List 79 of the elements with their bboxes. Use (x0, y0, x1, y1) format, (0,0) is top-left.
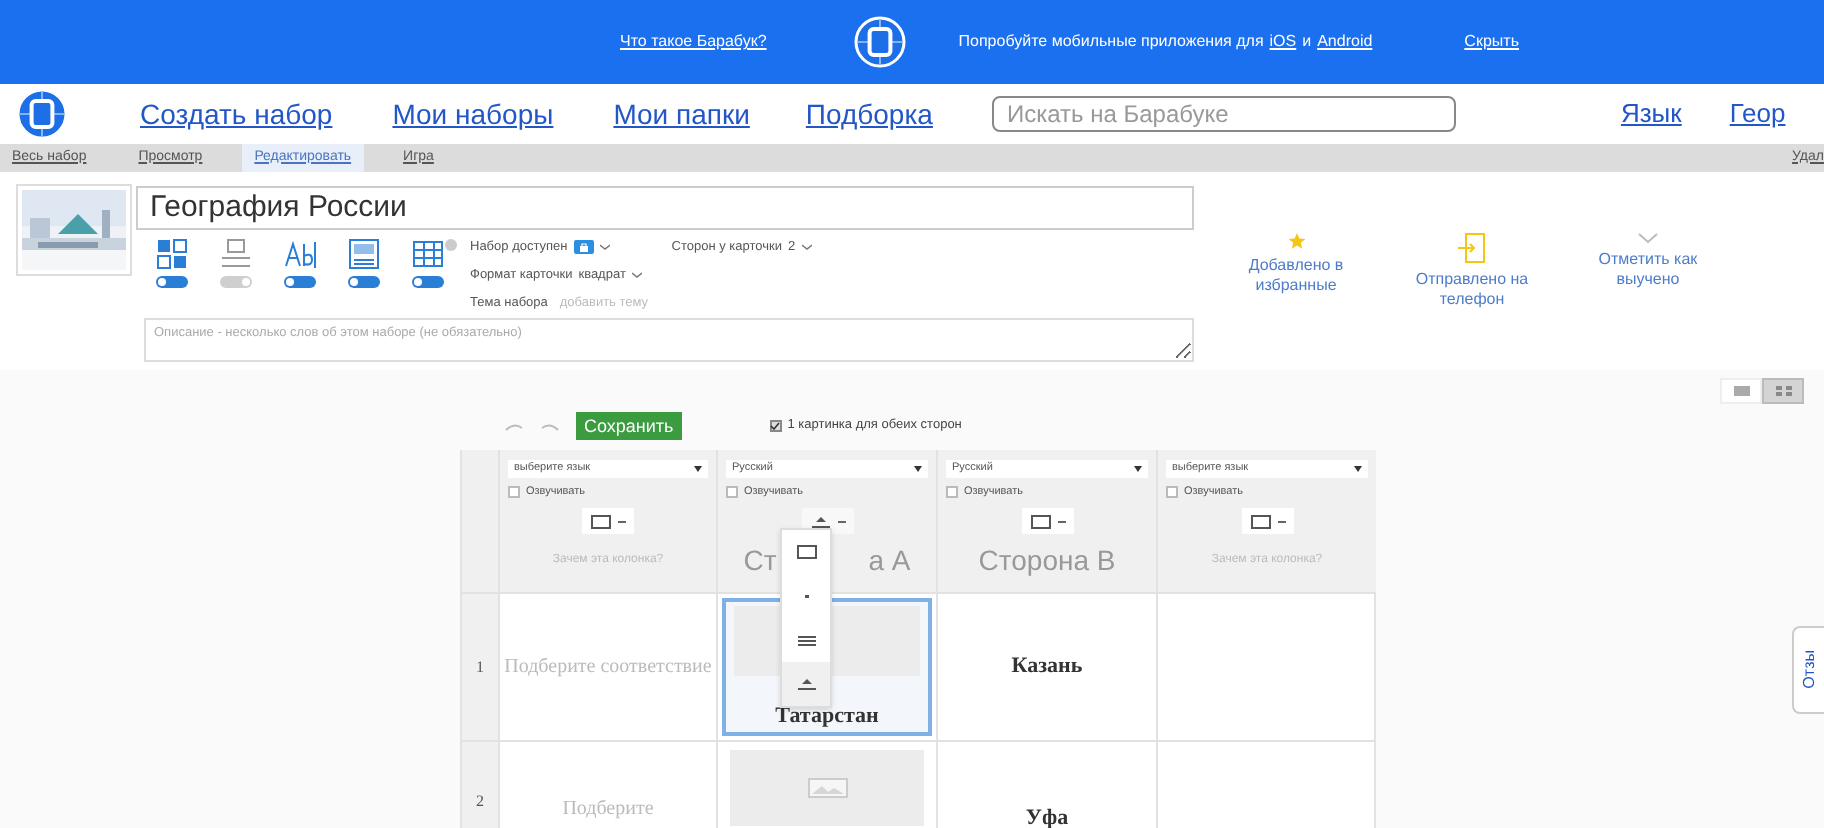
format-button[interactable] (1021, 508, 1073, 535)
hide-link[interactable]: Скрыть (1464, 30, 1519, 54)
caret-icon (914, 466, 922, 472)
nav-link[interactable]: Геор (1729, 94, 1786, 134)
caret-icon (618, 519, 626, 524)
toggle-switch[interactable] (284, 276, 316, 288)
nav-link[interactable]: Язык (1620, 94, 1682, 134)
toggle-switch[interactable] (220, 276, 252, 288)
text-format-icon (284, 238, 316, 270)
checkbox[interactable] (946, 486, 958, 499)
list-view-button[interactable] (1720, 378, 1762, 404)
caret-icon (1277, 519, 1285, 524)
caret-icon (837, 519, 845, 524)
action-button[interactable]: Отправлено на телефон (1398, 232, 1546, 310)
save-button[interactable]: Сохранить (576, 412, 682, 440)
nav-link[interactable]: Создать набор (140, 93, 333, 135)
redo-icon[interactable] (540, 421, 560, 431)
toggle-switch[interactable] (156, 276, 188, 288)
format-icon (795, 632, 817, 648)
column-heading: а А (868, 542, 911, 581)
format-icon (590, 513, 612, 530)
hint-text: Подберите (562, 798, 654, 822)
card-text: Казань (1011, 652, 1083, 683)
action-button[interactable]: Добавлено в избранные (1222, 232, 1370, 296)
format-icon (795, 676, 817, 692)
columns-format-icon (156, 238, 188, 270)
checkbox[interactable] (1166, 486, 1178, 499)
about-link[interactable]: Что такое Барабук? (620, 30, 767, 54)
format-button[interactable] (1241, 508, 1293, 535)
caret-icon (599, 244, 610, 251)
app-link[interactable]: Android (1317, 30, 1373, 54)
promo-text: Попробуйте мобильные приложения для iOS и Android (958, 30, 1373, 54)
title-field[interactable]: География России (136, 186, 1194, 230)
caret-icon (631, 272, 642, 279)
format-icon (1249, 513, 1271, 530)
hint-text: Подберите соответствие (504, 655, 712, 679)
table-format-icon (412, 238, 444, 270)
nav-link[interactable]: Мои папки (613, 93, 750, 135)
image-icon (807, 778, 847, 798)
menu-item[interactable] (782, 662, 830, 706)
toggle-switch[interactable] (412, 276, 444, 288)
card-text: Татарстан (775, 701, 879, 731)
format-icon (795, 544, 817, 560)
format-icon (1029, 513, 1051, 530)
nav-link[interactable]: Подборка (805, 93, 933, 135)
row-number: 1 (476, 655, 484, 679)
menu-item[interactable] (782, 618, 830, 662)
caret-icon (801, 244, 812, 251)
app-link[interactable]: iOS (1269, 30, 1297, 54)
info-icon (444, 238, 458, 252)
lock-icon (579, 242, 588, 253)
caret-icon (1354, 466, 1362, 472)
search-field[interactable]: Искать на Барабуке (992, 96, 1457, 132)
format-button[interactable] (582, 508, 634, 535)
checkbox[interactable] (769, 420, 782, 432)
checkbox[interactable] (726, 486, 738, 499)
check-icon (770, 422, 781, 430)
grid-view-button[interactable] (1762, 378, 1804, 404)
list-format-icon (220, 238, 252, 270)
column-heading: Ст (743, 542, 777, 581)
caret-icon (1134, 466, 1142, 472)
access-badge[interactable] (573, 240, 594, 255)
row-number: 2 (476, 789, 484, 813)
toggle-switch[interactable] (348, 276, 380, 288)
column-heading: Сторона В (978, 542, 1116, 581)
undo-icon[interactable] (504, 421, 524, 431)
image-format-icon (348, 238, 380, 270)
grid-icon (1775, 386, 1791, 396)
list-icon (1733, 386, 1749, 396)
caret-icon (1057, 519, 1065, 524)
feedback-tab[interactable]: Отзы (1792, 626, 1824, 714)
nav-link[interactable]: Мои наборы (392, 93, 554, 135)
format-icon (809, 513, 831, 530)
menu-item[interactable] (782, 530, 830, 574)
action-button[interactable]: Отметить как выучено (1574, 232, 1722, 290)
card-text: Уфа (1025, 804, 1069, 828)
logo-icon (854, 16, 907, 68)
checkbox[interactable] (508, 486, 520, 499)
caret-icon (694, 466, 702, 472)
